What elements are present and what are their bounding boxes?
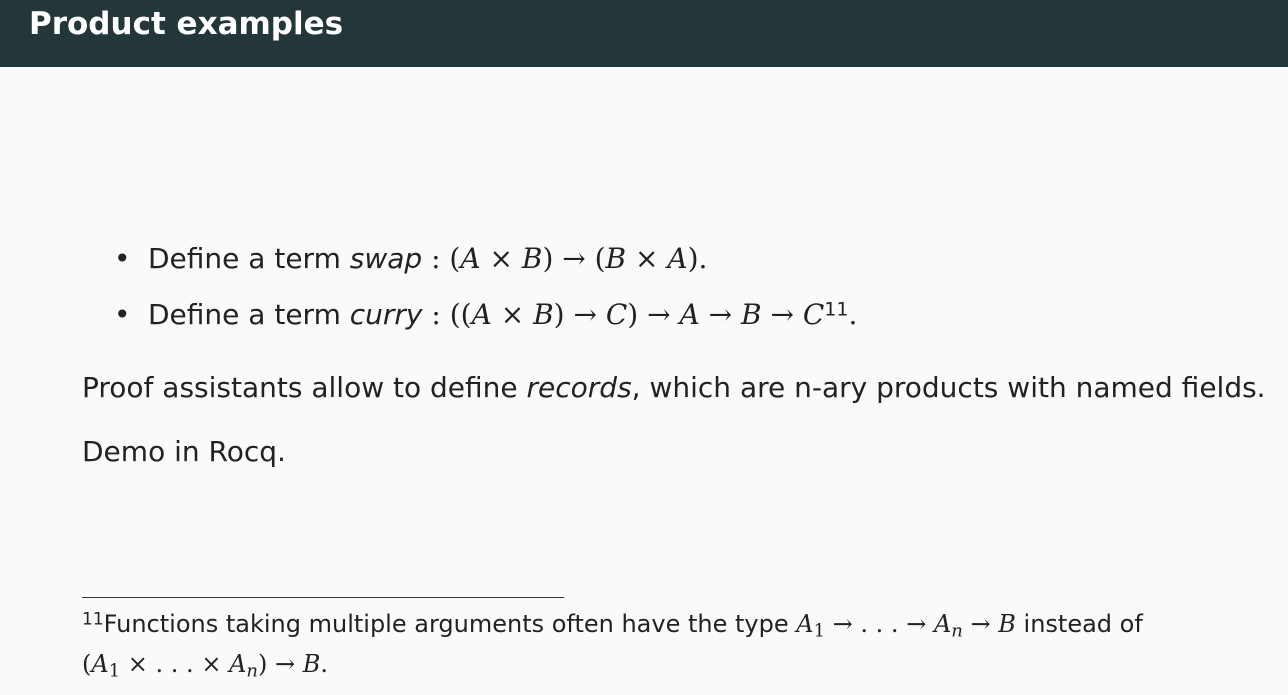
math-op: × — [491, 298, 534, 331]
math-text: ). — [687, 242, 708, 275]
demo-paragraph: Demo in Rocq. — [82, 435, 286, 468]
math-subscript: n — [246, 660, 258, 682]
math-text: . — [848, 298, 858, 331]
math-op: ) → ( — [542, 242, 606, 275]
footnote-text: instead of — [1015, 610, 1143, 638]
paragraph-text: , which are n-ary products with named fi… — [631, 371, 1266, 404]
math-op: ( — [82, 650, 92, 678]
bullet-dot-icon: • — [114, 298, 131, 331]
math-subscript: 1 — [813, 620, 826, 642]
footnote-text: Functions taking multiple arguments ofte… — [103, 610, 797, 638]
bullet-dot-icon: • — [114, 242, 131, 275]
math-subscript: n — [951, 620, 963, 642]
math-op: → — [962, 610, 999, 638]
math-var: A — [679, 298, 700, 331]
math-op: → — [699, 298, 741, 331]
bullet-prefix: Define a term — [148, 242, 350, 275]
slide: Product examples • Define a term swap : … — [0, 0, 1288, 695]
math-var: B — [605, 242, 627, 275]
term-name: swap — [349, 242, 423, 275]
slide-title: Product examples — [29, 6, 344, 42]
math-var: A — [229, 650, 247, 678]
footnote-line-1: 11Functions taking multiple arguments of… — [82, 604, 1262, 644]
records-paragraph: Proof assistants allow to define records… — [82, 371, 1266, 405]
math-op: × . . . × — [120, 650, 230, 678]
title-bar: Product examples — [0, 0, 1288, 67]
math-var: A — [933, 610, 952, 638]
math-op: ) → — [258, 650, 303, 678]
math-var: B — [740, 298, 762, 331]
math-var: B — [302, 650, 321, 678]
footnote-line-2: (A1 × . . . × An) → B. — [82, 644, 1262, 684]
math-var: C — [802, 298, 825, 331]
footnote: 11Functions taking multiple arguments of… — [82, 604, 1262, 684]
bullet-prefix: Define a term — [148, 298, 350, 331]
math-var: A — [796, 610, 814, 638]
footnote-number: 11 — [82, 609, 104, 630]
math-text: : ( — [422, 242, 461, 275]
math-var: B — [533, 298, 554, 331]
bullet-text: Define a term curry : ((A × B) → C) → A … — [148, 298, 857, 332]
paragraph-text: Proof assistants allow to define — [82, 371, 527, 404]
footnote-reference: 11 — [824, 298, 849, 321]
math-op: ) → — [627, 298, 680, 331]
math-op: → . . . → — [825, 610, 934, 638]
math-op: × — [626, 242, 668, 275]
emphasis-records: records — [526, 371, 632, 404]
math-var: A — [667, 242, 688, 275]
math-var: A — [91, 650, 109, 678]
math-text: . — [320, 650, 329, 678]
math-var: A — [471, 298, 492, 331]
math-var: B — [998, 610, 1016, 638]
math-var: A — [460, 242, 481, 275]
math-op: → — [761, 298, 803, 331]
math-var: B — [521, 242, 543, 275]
math-op: ) → — [553, 298, 606, 331]
math-op: × — [480, 242, 522, 275]
math-subscript: 1 — [108, 660, 121, 682]
math-text: : (( — [422, 298, 472, 331]
bullet-text: Define a term swap : (A × B) → (B × A). — [148, 242, 707, 276]
math-var: C — [605, 298, 628, 331]
footnote-rule — [82, 597, 564, 598]
term-name: curry — [349, 298, 423, 331]
